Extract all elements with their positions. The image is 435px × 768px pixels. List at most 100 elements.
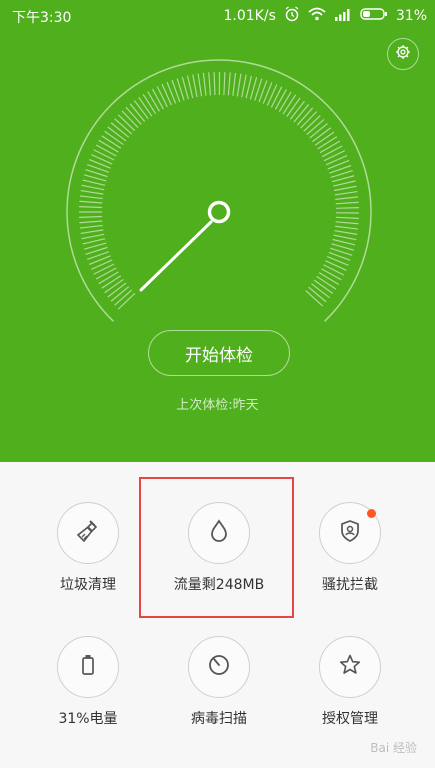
gauge-tick bbox=[333, 234, 357, 241]
gauge-tick bbox=[270, 86, 283, 108]
gauge-tick bbox=[335, 196, 359, 200]
gauge-tick bbox=[316, 275, 337, 290]
gauge-tick bbox=[107, 282, 127, 298]
gauge-tick bbox=[151, 88, 164, 110]
tool-label: 骚扰拦截 bbox=[322, 577, 378, 593]
scan-icon bbox=[206, 652, 232, 682]
gauge-tick bbox=[334, 230, 358, 235]
gauge-tick-ring bbox=[79, 71, 360, 310]
tool-label: 垃圾清理 bbox=[60, 577, 116, 593]
gauge-tick bbox=[101, 135, 122, 149]
tool-circle bbox=[188, 636, 250, 698]
notification-badge bbox=[367, 509, 376, 518]
tool-circle bbox=[319, 636, 381, 698]
gauge-tick bbox=[197, 73, 203, 97]
tool-virus-scan[interactable]: 病毒扫描 bbox=[154, 636, 284, 728]
gauge-tick bbox=[289, 100, 305, 120]
gauge-tick bbox=[278, 91, 292, 113]
highlight-box bbox=[139, 477, 294, 618]
gauge-tick bbox=[121, 110, 139, 128]
gauge-tick bbox=[208, 72, 212, 96]
gauge-tick bbox=[138, 96, 153, 117]
gauge-tick bbox=[333, 185, 357, 192]
gauge-tick bbox=[114, 118, 133, 135]
gauge-tick bbox=[129, 103, 146, 122]
gauge-tick bbox=[91, 154, 113, 165]
gauge-tick bbox=[101, 275, 122, 289]
gauge-tick bbox=[81, 233, 105, 240]
gauge-tick bbox=[335, 216, 359, 219]
tool-harassment-block[interactable]: 骚扰拦截 bbox=[285, 502, 415, 594]
gauge-tick bbox=[110, 286, 130, 302]
tool-permission-manage[interactable]: 授权管理 bbox=[285, 636, 415, 728]
gauge-tick bbox=[306, 118, 325, 136]
gauge-tick bbox=[114, 289, 133, 306]
gauge-tick bbox=[98, 271, 119, 285]
gauge-tick bbox=[142, 93, 157, 114]
gauge-tick bbox=[332, 238, 356, 246]
health-gauge bbox=[66, 59, 372, 322]
gauge-tick bbox=[245, 75, 253, 99]
gauge-tick bbox=[95, 267, 117, 280]
gauge-tick bbox=[293, 104, 310, 123]
gauge-tick bbox=[110, 122, 130, 138]
gauge-pivot bbox=[207, 200, 231, 224]
gauge-tick bbox=[323, 264, 345, 276]
tool-circle bbox=[57, 502, 119, 564]
tool-label: 病毒扫描 bbox=[191, 711, 247, 727]
gauge-tick bbox=[321, 268, 342, 281]
gauge-tick bbox=[318, 272, 340, 286]
gauge-tick bbox=[98, 139, 119, 153]
gauge-tick bbox=[93, 149, 115, 161]
gauge-tick bbox=[117, 114, 136, 132]
gauge-tick bbox=[319, 140, 341, 154]
gauge-tick bbox=[308, 286, 327, 303]
gauge-tick bbox=[317, 136, 338, 150]
gauge-tick bbox=[332, 180, 356, 187]
gauge-tick bbox=[82, 238, 106, 245]
gauge-tick bbox=[309, 123, 328, 139]
start-checkup-button[interactable]: 开始体检 bbox=[148, 330, 290, 376]
gauge-tick bbox=[125, 106, 142, 125]
gauge-tick bbox=[335, 207, 359, 209]
gauge-tick bbox=[107, 126, 127, 142]
gauge-tick bbox=[82, 179, 106, 186]
gauge-tick bbox=[161, 83, 172, 106]
gauge-tick bbox=[266, 84, 278, 106]
gauge-tick bbox=[286, 97, 301, 117]
gauge-tick bbox=[186, 75, 194, 99]
gauge-tick bbox=[305, 290, 324, 307]
gauge-tick bbox=[79, 200, 103, 204]
gauge-tick bbox=[91, 259, 113, 270]
gauge-tick bbox=[321, 145, 343, 158]
gauge-tick bbox=[325, 260, 347, 271]
battery-icon bbox=[77, 652, 99, 682]
gauge-tick bbox=[325, 154, 348, 166]
gauge-tick bbox=[79, 195, 103, 200]
gauge-tick bbox=[303, 115, 321, 132]
gauge-tick bbox=[232, 72, 237, 96]
gauge-tick bbox=[313, 279, 334, 294]
gauge-tick bbox=[311, 283, 330, 299]
gauge-tick bbox=[335, 221, 359, 225]
gauge-tick bbox=[104, 130, 124, 146]
gauge-tick bbox=[334, 190, 358, 196]
tool-junk-cleanup[interactable]: 垃圾清理 bbox=[23, 502, 153, 594]
gauge-tick bbox=[95, 144, 117, 157]
gauge-tick bbox=[227, 72, 231, 96]
gauge-tick bbox=[312, 127, 332, 143]
gauge-tick bbox=[282, 94, 297, 115]
gauge-tick bbox=[81, 184, 105, 191]
gauge-tick bbox=[296, 107, 314, 126]
broom-icon bbox=[75, 518, 101, 548]
gauge-tick bbox=[80, 189, 104, 195]
tool-battery[interactable]: 31%电量 bbox=[23, 636, 153, 728]
gauge-needle bbox=[139, 220, 213, 292]
gauge-tick bbox=[331, 175, 355, 183]
gauge-tick bbox=[104, 278, 124, 294]
gauge-tick bbox=[314, 131, 335, 146]
gauge-tick bbox=[223, 72, 226, 96]
header-panel: 下午3:30 1.01K/s 31% 开始体检 上次体检:昨天 bbox=[0, 0, 435, 462]
gauge-tick bbox=[192, 74, 198, 98]
gauge-tick bbox=[93, 263, 115, 275]
